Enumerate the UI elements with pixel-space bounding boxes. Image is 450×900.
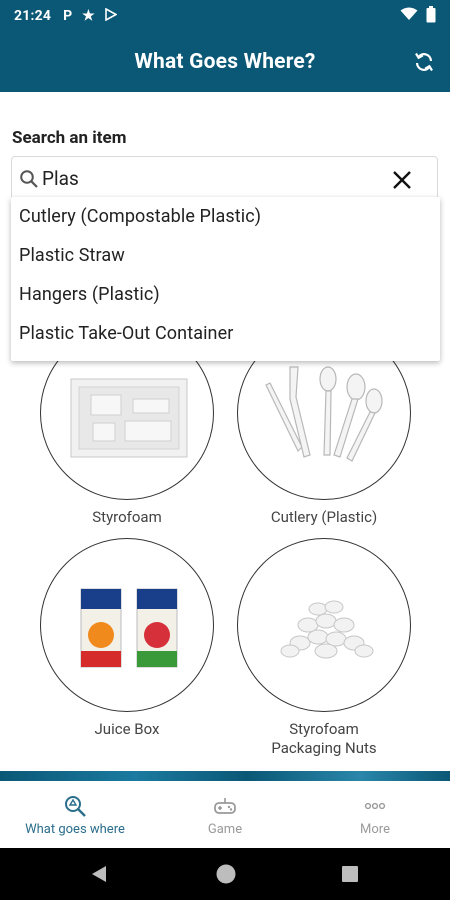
- search-input[interactable]: Plas: [11, 156, 438, 200]
- nav-label: More: [360, 822, 390, 837]
- wifi-icon: [400, 7, 418, 25]
- nav-label: Game: [207, 822, 243, 837]
- footer-band: [0, 771, 450, 781]
- item-caption: Styrofoam: [92, 508, 162, 526]
- suggestion-item[interactable]: Cutlery (Compostable Plastic): [19, 206, 261, 227]
- suggestions-dropdown: Cutlery (Compostable Plastic) Plastic St…: [11, 197, 440, 361]
- star-icon: ★: [82, 8, 95, 24]
- parking-icon: P: [63, 8, 73, 24]
- app-bar: What Goes Where?: [0, 32, 450, 92]
- system-nav-bar: [0, 848, 450, 900]
- nav-what-goes-where[interactable]: What goes where: [0, 781, 150, 848]
- nav-more[interactable]: More: [300, 781, 450, 848]
- close-icon[interactable]: [391, 169, 413, 191]
- bottom-nav: What goes where Game More: [0, 781, 450, 848]
- item-caption: Cutlery (Plastic): [270, 508, 378, 526]
- home-icon[interactable]: [215, 863, 237, 885]
- item-caption: Styrofoam Packaging Nuts: [224, 720, 424, 758]
- item-caption-text: Styrofoam Packaging Nuts: [271, 720, 377, 757]
- back-icon[interactable]: [90, 864, 108, 884]
- item-tile-packaging-nuts[interactable]: [237, 538, 411, 712]
- refresh-icon[interactable]: [412, 50, 436, 74]
- search-value: Plas: [42, 167, 79, 190]
- search-recycle-icon: [65, 796, 86, 817]
- item-caption: Juice Box: [94, 720, 160, 738]
- search-label: Search an item: [12, 128, 127, 148]
- suggestion-item[interactable]: Plastic Straw: [19, 245, 125, 266]
- juice-boxes-image: [80, 588, 178, 668]
- clock: 21:24: [14, 8, 52, 24]
- search-icon: [20, 170, 38, 188]
- packing-peanuts-image: [280, 600, 374, 659]
- nav-label: What goes where: [25, 822, 125, 837]
- gamepad-icon: [214, 798, 236, 814]
- battery-icon: [426, 5, 436, 27]
- nav-game[interactable]: Game: [150, 781, 300, 848]
- page-title: What Goes Where?: [134, 50, 316, 74]
- more-dots-icon: [364, 802, 386, 810]
- suggestion-item[interactable]: Plastic Take-Out Container: [19, 323, 233, 344]
- suggestion-item[interactable]: Hangers (Plastic): [19, 284, 160, 305]
- item-tile-juice-box[interactable]: [40, 538, 214, 712]
- recents-icon[interactable]: [341, 865, 359, 883]
- status-bar: 21:24 P ★: [0, 0, 450, 32]
- play-store-icon: [104, 7, 118, 25]
